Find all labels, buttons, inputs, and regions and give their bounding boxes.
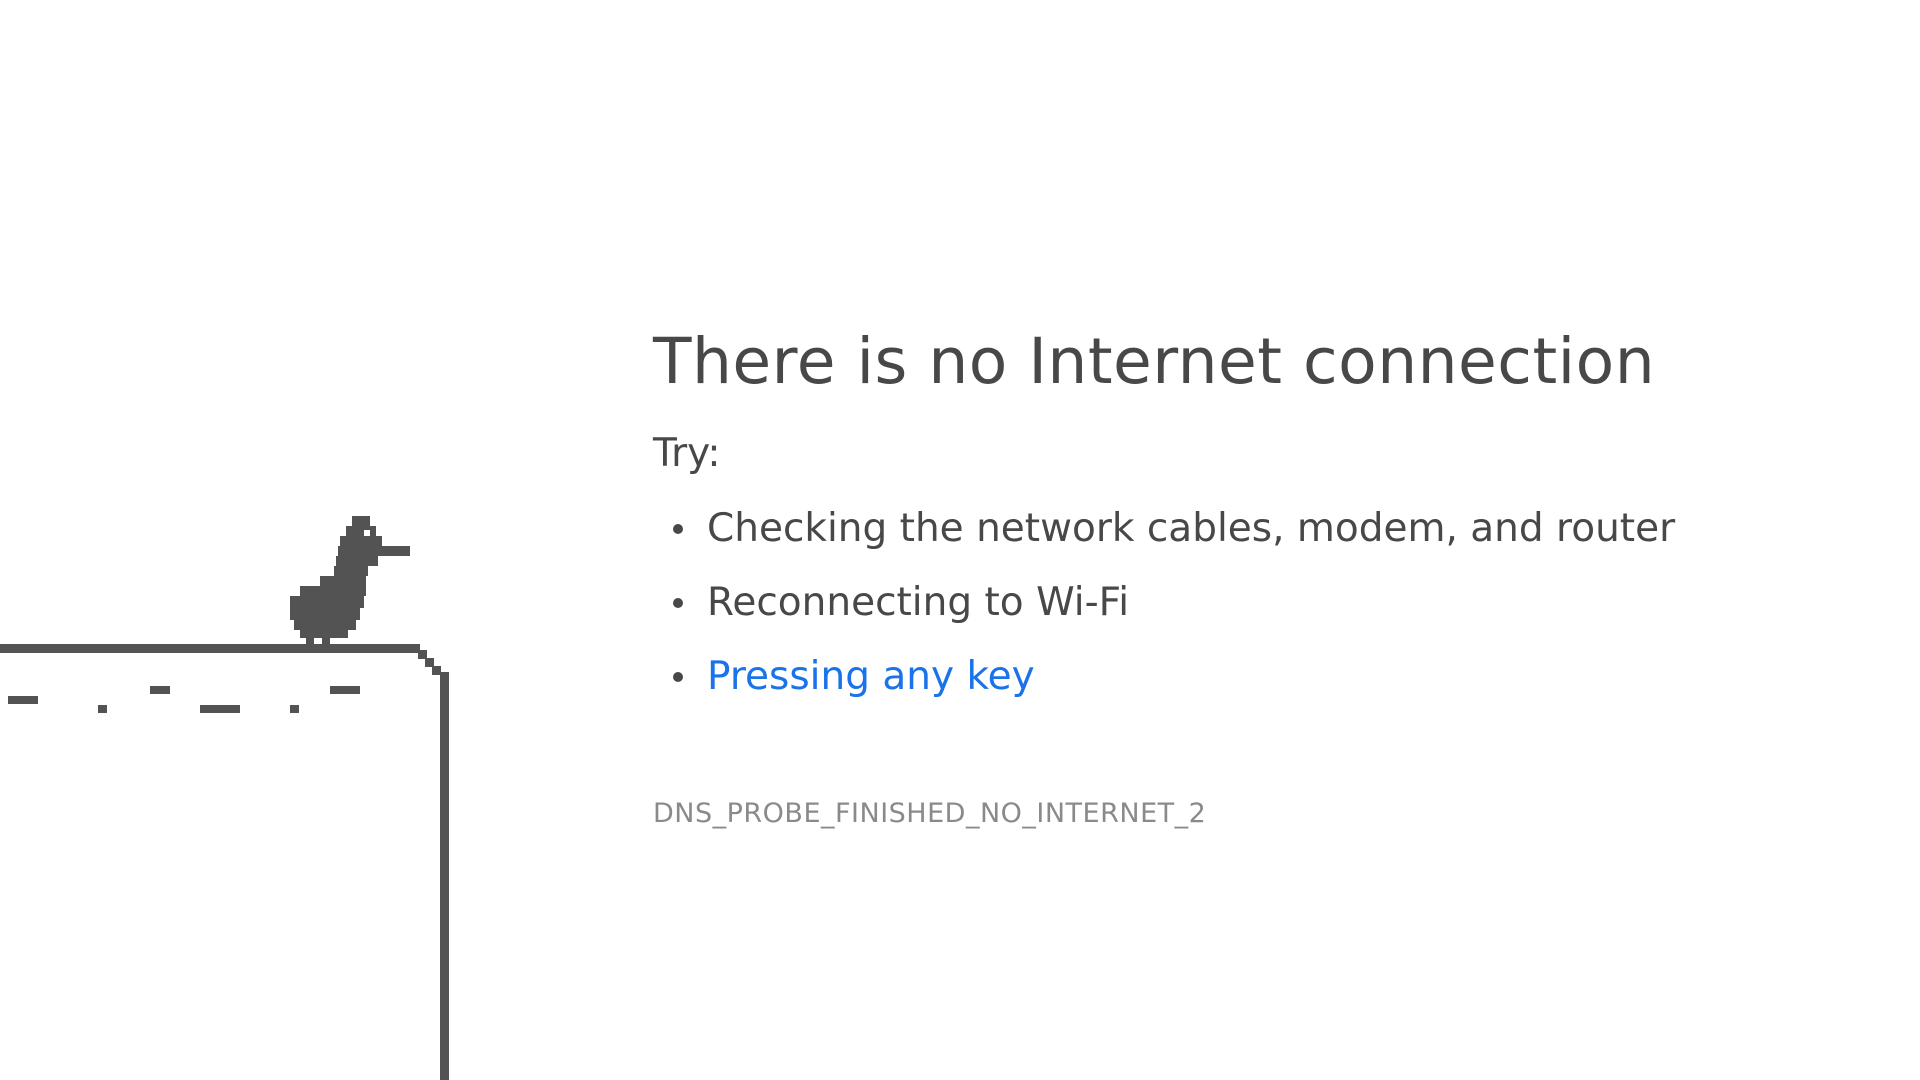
ground-speck bbox=[290, 705, 299, 713]
cliff-top-line bbox=[0, 644, 420, 653]
bird-eye bbox=[364, 530, 370, 536]
suggestion-item-link[interactable]: Pressing any key bbox=[653, 640, 1853, 714]
bird-icon bbox=[290, 516, 410, 646]
ground-speck bbox=[200, 705, 240, 713]
suggestions-list: Checking the network cables, modem, and … bbox=[653, 492, 1853, 714]
bullet-icon bbox=[673, 524, 683, 534]
offline-illustration[interactable] bbox=[0, 500, 460, 1080]
pressing-any-key-link[interactable]: Pressing any key bbox=[707, 654, 1035, 699]
cliff-side-line bbox=[440, 672, 449, 1080]
cliff-corner bbox=[418, 650, 427, 659]
cliff-corner bbox=[425, 658, 434, 667]
suggestion-item: Reconnecting to Wi-Fi bbox=[653, 566, 1853, 640]
suggestion-label: Reconnecting to Wi-Fi bbox=[707, 580, 1130, 625]
bullet-icon bbox=[673, 598, 683, 608]
bullet-icon bbox=[673, 672, 683, 682]
suggestion-label: Checking the network cables, modem, and … bbox=[707, 506, 1676, 551]
error-content: There is no Internet connection Try: Che… bbox=[653, 322, 1853, 834]
page-title: There is no Internet connection bbox=[653, 325, 1656, 398]
ground-speck bbox=[330, 686, 360, 694]
error-code: DNS_PROBE_FINISHED_NO_INTERNET_2 bbox=[653, 798, 1207, 829]
suggestion-item: Checking the network cables, modem, and … bbox=[653, 492, 1853, 566]
try-label: Try: bbox=[653, 431, 721, 476]
ground-speck bbox=[150, 686, 170, 694]
cliff-corner bbox=[432, 666, 441, 675]
ground-speck bbox=[98, 705, 107, 713]
ground-speck bbox=[8, 696, 38, 704]
